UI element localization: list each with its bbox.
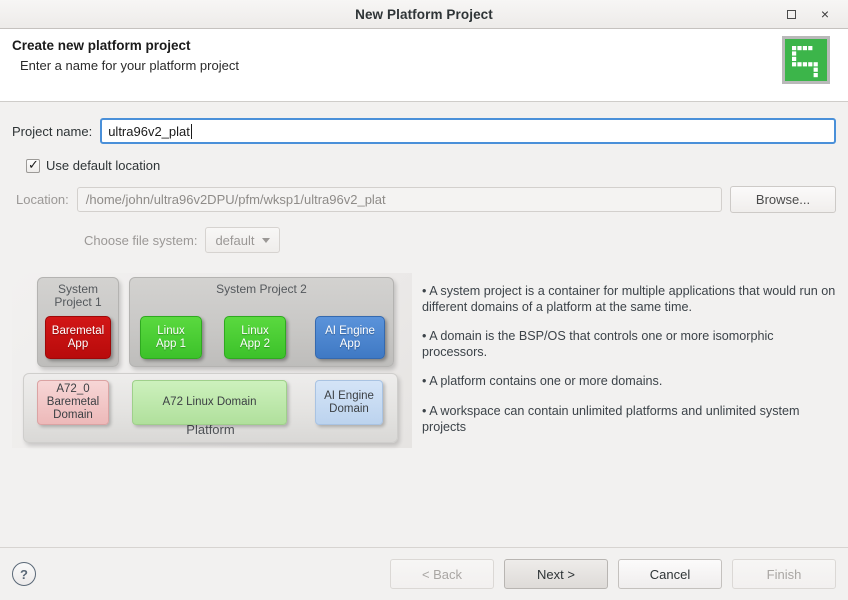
ai-engine-app-label: AI Engine App <box>325 324 375 350</box>
illustration-area: System Project 1 Baremetal App System Pr… <box>12 273 836 448</box>
finish-button-label: Finish <box>766 566 802 582</box>
cancel-button[interactable]: Cancel <box>618 559 722 589</box>
location-label: Location: <box>16 192 69 207</box>
use-default-location-row[interactable]: ✓ Use default location <box>26 158 836 173</box>
file-system-row: Choose file system: default <box>84 227 836 253</box>
file-system-select[interactable]: default <box>205 227 281 253</box>
info-bullets: • A system project is a container for mu… <box>422 283 836 448</box>
next-button[interactable]: Next > <box>504 559 608 589</box>
chevron-down-icon <box>262 237 271 243</box>
system-project-2-label: System Project 2 <box>216 282 307 296</box>
bullet-item: • A system project is a container for mu… <box>422 284 836 315</box>
text-caret <box>190 123 192 139</box>
platform-project-icon-svg <box>792 46 818 78</box>
window-title: New Platform Project <box>355 6 493 22</box>
close-button[interactable]: × <box>816 5 834 23</box>
page-title: Create new platform project <box>12 38 191 53</box>
platform-concept-diagram: System Project 1 Baremetal App System Pr… <box>12 273 412 448</box>
checkmark-icon: ✓ <box>28 157 39 173</box>
location-value: /home/john/ultra96v2DPU/pfm/wksp1/ultra9… <box>85 192 386 207</box>
location-input[interactable]: /home/john/ultra96v2DPU/pfm/wksp1/ultra9… <box>76 187 722 212</box>
use-default-location-label: Use default location <box>46 158 161 173</box>
project-name-input[interactable]: ultra96v2_plat <box>100 118 836 144</box>
platform-label: Platform <box>186 422 235 438</box>
project-name-value: ultra96v2_plat <box>108 123 190 139</box>
platform-project-icon <box>782 36 830 84</box>
page-subtitle: Enter a name for your platform project <box>20 58 239 73</box>
baremetal-app-label: Baremetal App <box>51 324 105 350</box>
bullet-item: • A workspace can contain unlimited plat… <box>422 403 800 434</box>
next-button-label: Next > <box>537 566 575 582</box>
back-button[interactable]: < Back <box>390 559 494 589</box>
location-row: Location: /home/john/ultra96v2DPU/pfm/wk… <box>16 186 836 213</box>
browse-button[interactable]: Browse... <box>730 186 836 213</box>
browse-button-label: Browse... <box>755 192 811 207</box>
titlebar: New Platform Project × <box>0 0 848 29</box>
linux-app-1-box: Linux App 1 <box>140 316 202 359</box>
wizard-header: Create new platform project Enter a name… <box>0 29 848 102</box>
dialog-body: Project name: ultra96v2_plat ✓ Use defau… <box>0 102 848 547</box>
a72-baremetal-domain-box: A72_0 Baremetal Domain <box>37 380 109 425</box>
project-name-row: Project name: ultra96v2_plat <box>12 118 836 144</box>
linux-app-2-label: Linux App 2 <box>239 324 271 350</box>
bullet-item: • A platform contains one or more domain… <box>422 374 663 389</box>
a72-linux-domain-label: A72 Linux Domain <box>162 396 257 409</box>
close-icon: × <box>820 6 830 22</box>
ai-engine-app-box: AI Engine App <box>315 316 385 359</box>
help-icon[interactable]: ? <box>12 562 36 586</box>
back-button-label: < Back <box>421 566 463 582</box>
file-system-value: default <box>215 232 255 248</box>
dialog-footer: ? < Back Next > Cancel Finish <box>0 548 848 600</box>
maximize-button[interactable] <box>782 5 800 23</box>
ai-engine-domain-label: AI Engine Domain <box>324 389 374 415</box>
help-icon-label: ? <box>20 566 28 582</box>
linux-app-1-label: Linux App 1 <box>155 324 187 350</box>
system-project-1-label: System Project 1 <box>54 282 102 310</box>
cancel-button-label: Cancel <box>649 566 691 582</box>
new-platform-project-dialog: New Platform Project × Create new platfo… <box>0 0 848 600</box>
window-controls: × <box>782 0 842 28</box>
ai-engine-domain-box: AI Engine Domain <box>315 380 383 425</box>
a72-baremetal-domain-label: A72_0 Baremetal Domain <box>46 383 100 421</box>
wizard-header-text: Create new platform project Enter a name… <box>12 38 782 73</box>
maximize-icon <box>786 9 796 19</box>
finish-button[interactable]: Finish <box>732 559 836 589</box>
a72-linux-domain-box: A72 Linux Domain <box>132 380 287 425</box>
baremetal-app-box: Baremetal App <box>45 316 111 359</box>
project-name-label: Project name: <box>12 123 93 139</box>
platform-project-icon-glyph <box>785 39 827 81</box>
use-default-location-checkbox[interactable]: ✓ <box>26 157 40 173</box>
file-system-label: Choose file system: <box>84 232 198 248</box>
linux-app-2-box: Linux App 2 <box>224 316 286 359</box>
bullet-item: • A domain is the BSP/OS that controls o… <box>422 329 774 360</box>
